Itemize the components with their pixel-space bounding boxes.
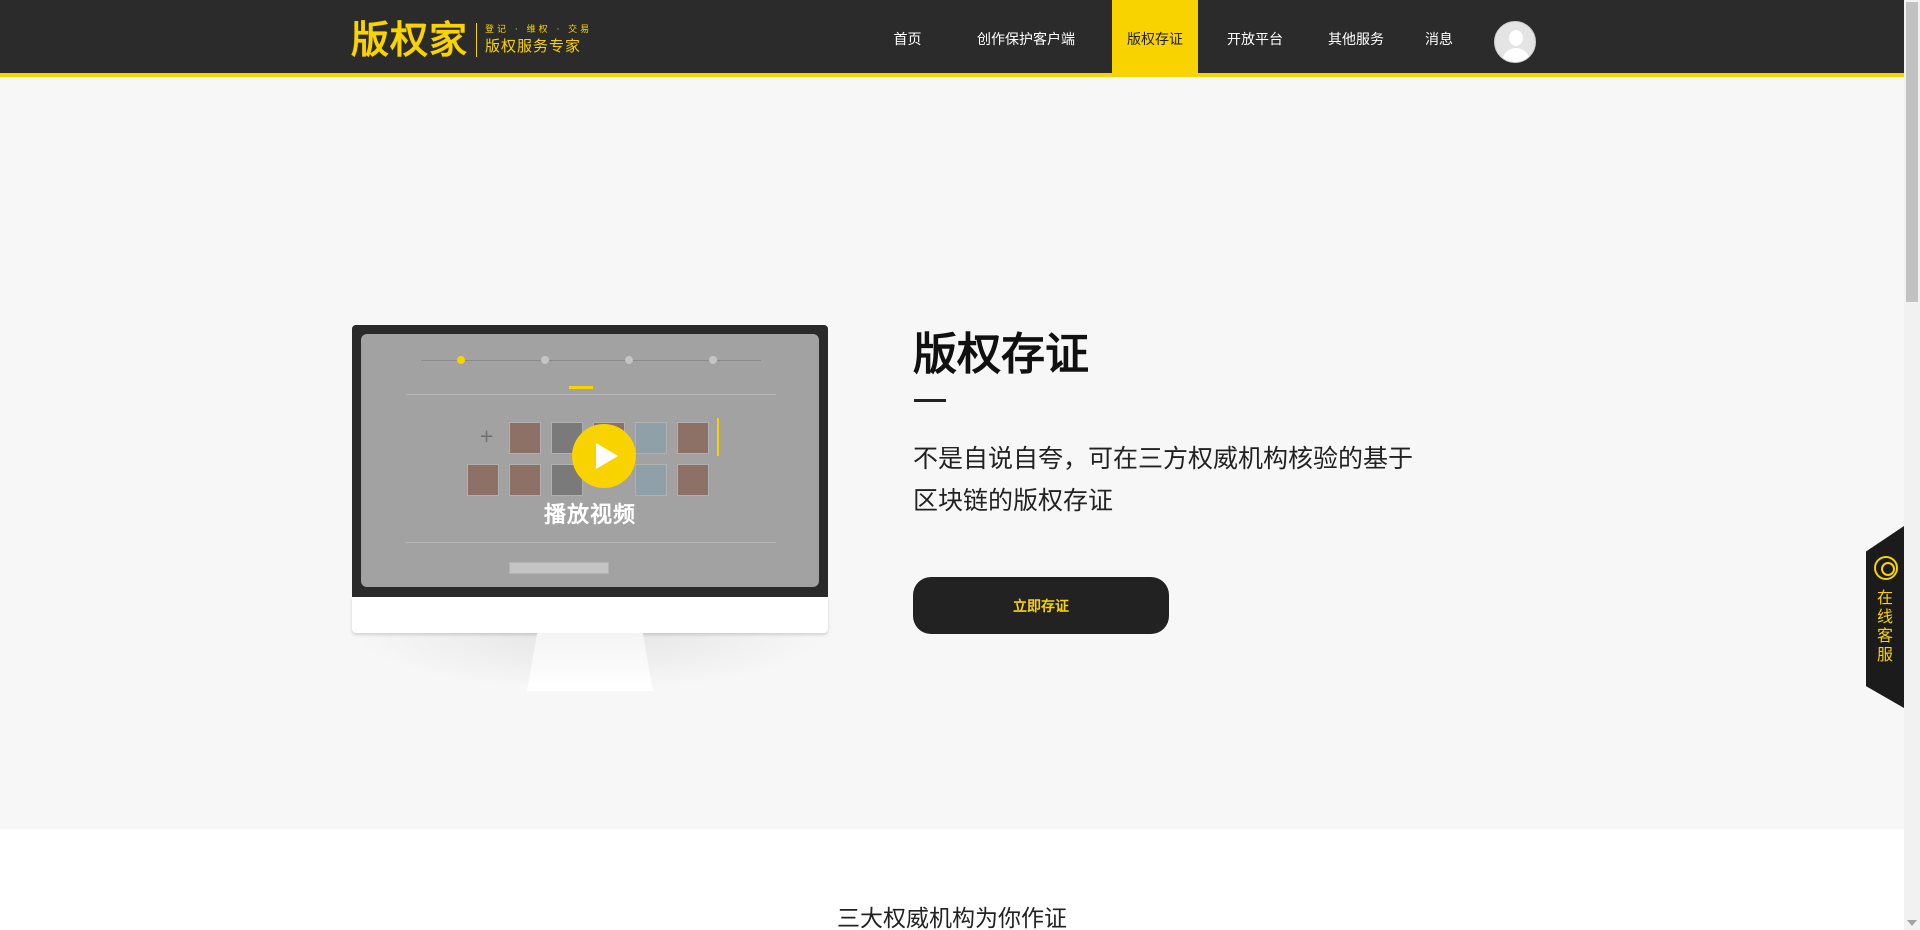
logo-subtitle: 版权服务专家 [485,37,582,55]
monitor-screen: + 播放视频 [361,334,819,587]
scrollbar-thumb[interactable] [1906,2,1918,302]
authorities-section-title: 三大权威机构为你作证 [837,906,1067,930]
play-video-label[interactable]: 播放视频 [361,497,819,529]
preview-thumbnail [467,464,499,496]
top-navigation-bar: 版权家 登记 · 维权 · 交易 版权服务专家 首页 创作保护客户端 版权存证 … [0,0,1920,77]
hero-description: 不是自说自夸，可在三方权威机构核验的基于区块链的版权存证 [913,444,1414,515]
preview-divider [406,542,776,543]
monitor-stand [527,633,653,691]
hero-title-underline [914,399,946,402]
logo-tagline: 登记 · 维权 · 交易 [485,25,593,35]
main-nav: 首页 创作保护客户端 版权存证 开放平台 其他服务 消息 [875,0,1478,77]
logo-wordmark: 版权家 [351,18,469,62]
preview-thumbnail [509,464,541,496]
hero-title: 版权存证 [913,329,1089,380]
play-icon [596,443,618,469]
preview-step-dot [625,356,633,364]
preview-thumbnail [635,464,667,496]
preview-divider [406,394,776,395]
preview-input [509,562,609,574]
preview-tab-indicator [569,386,593,389]
preview-thumbnail [677,422,709,454]
nav-item-open-platform[interactable]: 开放平台 [1198,0,1312,77]
monitor-frame: + 播放视频 [352,325,828,597]
scroll-down-arrow-icon[interactable] [1907,920,1917,926]
logo-subtext: 登记 · 维权 · 交易 版权服务专家 [485,24,592,56]
preview-scroll-indicator [717,418,719,456]
monitor-chin [352,597,828,633]
nav-item-home[interactable]: 首页 [875,0,940,77]
authorities-section: 三大权威机构为你作证 [0,829,1904,930]
start-evidence-button[interactable]: 立即存证 [913,577,1169,634]
preview-step-dot [541,356,549,364]
preview-plus-icon: + [479,426,495,447]
preview-thumbnail [509,422,541,454]
preview-step-dot [457,356,465,364]
online-service-label: 在线客服 [1876,588,1893,664]
headset-icon [1874,556,1898,580]
play-video-button[interactable] [572,424,636,488]
site-logo[interactable]: 版权家 登记 · 维权 · 交易 版权服务专家 [351,18,592,62]
nav-item-copyright-evidence[interactable]: 版权存证 [1112,0,1198,77]
video-monitor: + 播放视频 [352,325,828,691]
preview-step-dot [709,356,717,364]
nav-item-other-services[interactable]: 其他服务 [1312,0,1400,77]
preview-thumbnail [677,464,709,496]
preview-thumbnail [635,422,667,454]
screen-preview: + 播放视频 [361,334,819,587]
online-service-float[interactable]: 在线客服 [1866,526,1904,708]
page-scrollbar[interactable] [1904,0,1920,930]
avatar-head [1509,30,1523,46]
user-avatar-icon[interactable] [1494,21,1536,63]
avatar-body [1502,48,1530,62]
nav-item-messages[interactable]: 消息 [1400,0,1478,77]
logo-divider [476,23,478,57]
nav-item-client[interactable]: 创作保护客户端 [940,0,1112,77]
